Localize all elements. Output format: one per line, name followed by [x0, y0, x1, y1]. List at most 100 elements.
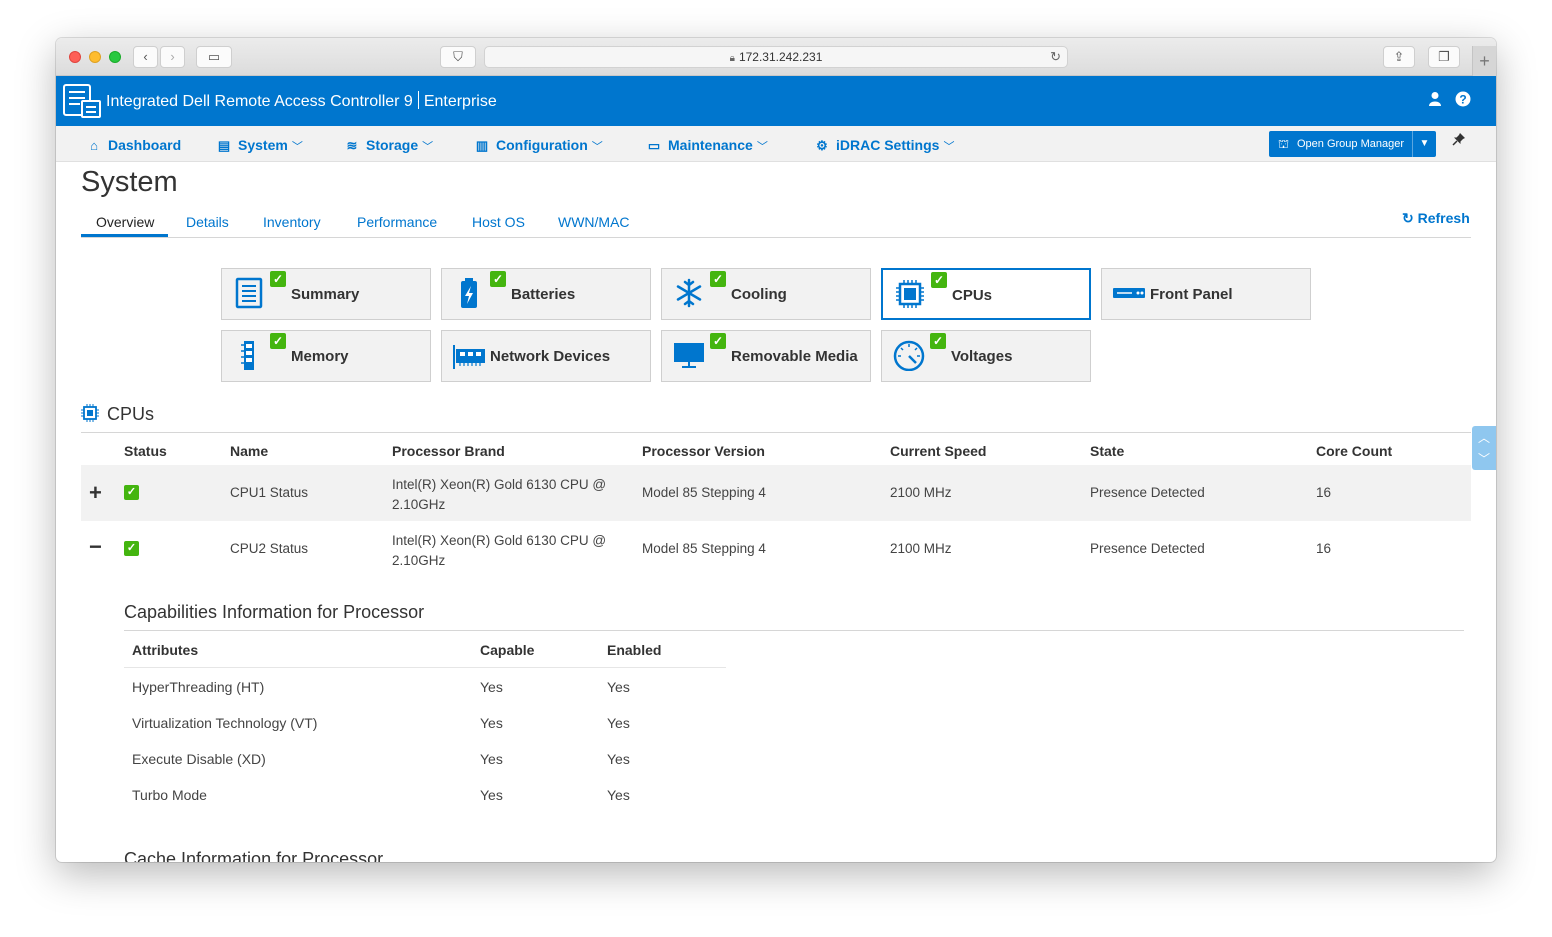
help-icon[interactable]: ? [1454, 91, 1472, 109]
nav-label: System [238, 137, 288, 153]
section-title-text: CPUs [107, 404, 155, 424]
tile-batteries[interactable]: ✓ Batteries [441, 268, 651, 320]
nav-configuration[interactable]: ▥ Configuration ﹀ [474, 126, 603, 162]
shield-icon: ⛉ [453, 49, 463, 64]
tab-overview[interactable]: Overview [96, 214, 154, 230]
zoom-window-button[interactable] [109, 51, 121, 63]
tile-voltages[interactable]: ✓ Voltages [881, 330, 1091, 382]
gauge-icon [893, 340, 925, 371]
share-button[interactable]: ⇪ [1383, 46, 1415, 68]
tab-bar: Overview Details Inventory Performance H… [81, 204, 1471, 238]
privacy-shield-button[interactable]: ⛉ [440, 46, 476, 68]
tile-cooling[interactable]: ✓ Cooling [661, 268, 871, 320]
nav-label: Dashboard [108, 137, 182, 153]
attribute-name: Virtualization Technology (VT) [132, 715, 318, 731]
chevron-down-icon: ﹀ [291, 141, 303, 153]
capable-value: Yes [480, 787, 503, 803]
tile-label: CPUs [952, 287, 993, 304]
tile-network-devices[interactable]: Network Devices [441, 330, 651, 382]
refresh-button[interactable]: ↻ Refresh [1402, 210, 1470, 227]
column-header: Capable [480, 642, 535, 658]
cpu-speed: 2100 MHz [890, 541, 952, 556]
column-header[interactable]: Name [230, 443, 268, 459]
status-ok-icon: ✓ [930, 333, 946, 349]
sidebar-toggle-button[interactable]: ▭ [196, 46, 232, 68]
app-header: Integrated Dell Remote Access Controller… [56, 76, 1496, 126]
memory-icon [241, 341, 254, 370]
back-button[interactable]: ‹ [133, 46, 158, 68]
nav-maintenance[interactable]: ▭ Maintenance ﹀ [646, 126, 768, 162]
browser-toolbar: ‹ › ▭ ⛉ 🔒︎ 172.31.242.231 ↻ ⇪ ❐ + [56, 38, 1496, 76]
close-window-button[interactable] [69, 51, 81, 63]
cpu-cores: 16 [1316, 485, 1332, 500]
sidebar-icon: ▭ [207, 49, 221, 64]
share-icon: ⇪ [1393, 49, 1405, 64]
nav-label: Configuration [496, 137, 588, 153]
column-header[interactable]: Current Speed [890, 443, 986, 459]
group-manager-icon: ⛫ [1278, 137, 1290, 151]
url-text: 172.31.242.231 [738, 50, 823, 64]
cpu-icon [81, 404, 99, 422]
column-header[interactable]: Status [124, 443, 167, 459]
column-header[interactable]: State [1090, 443, 1124, 459]
tab-performance[interactable]: Performance [357, 214, 437, 230]
tile-label: Network Devices [490, 348, 611, 365]
database-icon: ≋ [346, 138, 358, 153]
collapse-icon[interactable]: − [89, 534, 102, 560]
table-row[interactable]: + ✓ CPU1 Status Intel(R) Xeon(R) Gold 61… [81, 465, 1471, 521]
tabs-overview-button[interactable]: ❐ [1428, 46, 1460, 68]
scroll-down-icon[interactable]: ﹀ [1472, 450, 1496, 467]
expand-icon[interactable]: + [89, 480, 102, 506]
pin-icon[interactable] [1452, 132, 1466, 149]
capable-value: Yes [480, 715, 503, 731]
tile-cpus[interactable]: ✓ CPUs [881, 268, 1091, 320]
summary-icon [235, 277, 263, 309]
lock-icon: 🔒︎ [729, 53, 735, 64]
capable-value: Yes [480, 751, 503, 767]
plus-icon: + [1479, 51, 1490, 71]
column-header[interactable]: Processor Brand [392, 443, 505, 459]
tile-front-panel[interactable]: Front Panel [1101, 268, 1311, 320]
address-bar[interactable]: 🔒︎ 172.31.242.231 ↻ [484, 46, 1068, 68]
refresh-label: Refresh [1417, 210, 1470, 226]
product-edition: Enterprise [423, 93, 497, 110]
tile-memory[interactable]: ✓ Memory [221, 330, 431, 382]
forward-button[interactable]: › [160, 46, 185, 68]
status-ok-icon: ✓ [710, 333, 726, 349]
status-ok-icon: ✓ [490, 271, 506, 287]
column-header[interactable]: Core Count [1316, 443, 1392, 459]
tab-details[interactable]: Details [186, 214, 229, 230]
new-tab-button[interactable]: + [1472, 46, 1496, 76]
scroll-up-icon[interactable]: ︿ [1472, 429, 1496, 446]
open-group-manager-button[interactable]: ⛫ Open Group Manager ▼ [1269, 131, 1436, 157]
nav-system[interactable]: ▤ System ﹀ [216, 126, 303, 162]
minimize-window-button[interactable] [89, 51, 101, 63]
nav-idrac-settings[interactable]: ⚙ iDRAC Settings ﹀ [814, 126, 954, 162]
active-tab-indicator [81, 234, 168, 237]
snowflake-icon [676, 278, 702, 308]
svg-text:?: ? [1459, 93, 1466, 107]
nav-dashboard[interactable]: ⌂ Dashboard [86, 126, 181, 162]
cpu-state: Presence Detected [1090, 485, 1205, 500]
product-name: Integrated Dell Remote Access Controller… [106, 93, 413, 110]
tile-removable-media[interactable]: ✓ Removable Media [661, 330, 871, 382]
user-icon[interactable] [1426, 91, 1444, 109]
tab-wwn-mac[interactable]: WWN/MAC [558, 214, 630, 230]
tab-host-os[interactable]: Host OS [472, 214, 525, 230]
cpu-brand: Intel(R) Xeon(R) Gold 6130 CPU @ 2.10GHz [392, 477, 607, 512]
enabled-value: Yes [607, 751, 630, 767]
enabled-value: Yes [607, 679, 630, 695]
tile-summary[interactable]: ✓ Summary [221, 268, 431, 320]
reload-icon[interactable]: ↻ [1050, 47, 1061, 67]
tile-label: Voltages [951, 348, 1013, 365]
tab-inventory[interactable]: Inventory [263, 214, 321, 230]
table-row[interactable]: − ✓ CPU2 Status Intel(R) Xeon(R) Gold 61… [81, 521, 1471, 577]
nav-storage[interactable]: ≋ Storage ﹀ [344, 126, 434, 162]
table-row: HyperThreading (HT) Yes Yes [124, 669, 726, 705]
cpu-name: CPU1 Status [230, 485, 309, 500]
status-ok-icon: ✓ [710, 271, 726, 287]
caret-down-icon[interactable]: ▼ [1412, 131, 1436, 157]
nav-label: Maintenance [668, 137, 753, 153]
tile-label: Front Panel [1150, 286, 1233, 303]
column-header[interactable]: Processor Version [642, 443, 765, 459]
